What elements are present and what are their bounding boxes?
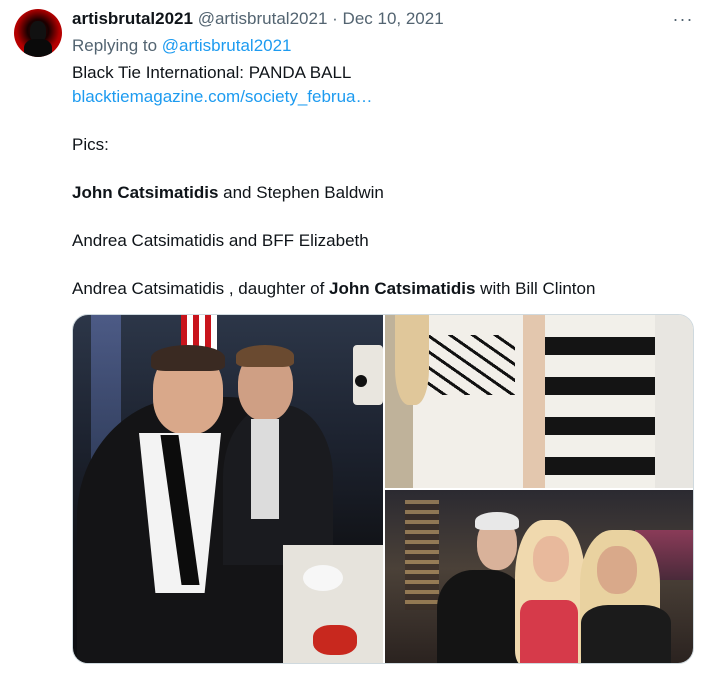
tweet-header: artisbrutal2021 @artisbrutal2021 · Dec 1…: [72, 8, 444, 30]
caption-3: Andrea Catsimatidis , daughter of John C…: [72, 277, 692, 301]
article-link[interactable]: blacktiemagazine.com/society_februa…: [72, 87, 372, 106]
tweet: artisbrutal2021 @artisbrutal2021 · Dec 1…: [0, 0, 717, 675]
avatar[interactable]: [14, 9, 62, 57]
tweet-date[interactable]: Dec 10, 2021: [343, 9, 444, 28]
pics-label: Pics:: [72, 135, 109, 154]
media-grid: [72, 314, 694, 664]
more-options-icon[interactable]: ···: [671, 8, 695, 30]
display-name[interactable]: artisbrutal2021: [72, 9, 193, 28]
caption-1-rest: and Stephen Baldwin: [218, 183, 384, 202]
photo-2[interactable]: [385, 315, 693, 488]
avatar-figure-head: [30, 21, 46, 41]
photo-3[interactable]: [385, 490, 693, 663]
reply-context: Replying to @artisbrutal2021: [72, 35, 292, 57]
caption-2: Andrea Catsimatidis and BFF Elizabeth: [72, 231, 369, 250]
caption-3-post: with Bill Clinton: [475, 279, 596, 298]
tweet-text: Black Tie International: PANDA BALL blac…: [72, 61, 692, 301]
replying-to-label: Replying to: [72, 36, 158, 55]
caption-3-pre: Andrea Catsimatidis , daughter of: [72, 279, 330, 298]
caption-1: John Catsimatidis and Stephen Baldwin: [72, 181, 692, 205]
caption-3-bold: John Catsimatidis: [329, 279, 476, 298]
separator: ·: [332, 9, 338, 28]
user-handle[interactable]: @artisbrutal2021: [198, 9, 328, 28]
tweet-line-title: Black Tie International: PANDA BALL: [72, 63, 352, 82]
caption-1-bold: John Catsimatidis: [72, 183, 219, 202]
photo-1[interactable]: [73, 315, 383, 663]
reply-handle-link[interactable]: @artisbrutal2021: [162, 36, 292, 55]
avatar-figure-body: [24, 39, 52, 57]
